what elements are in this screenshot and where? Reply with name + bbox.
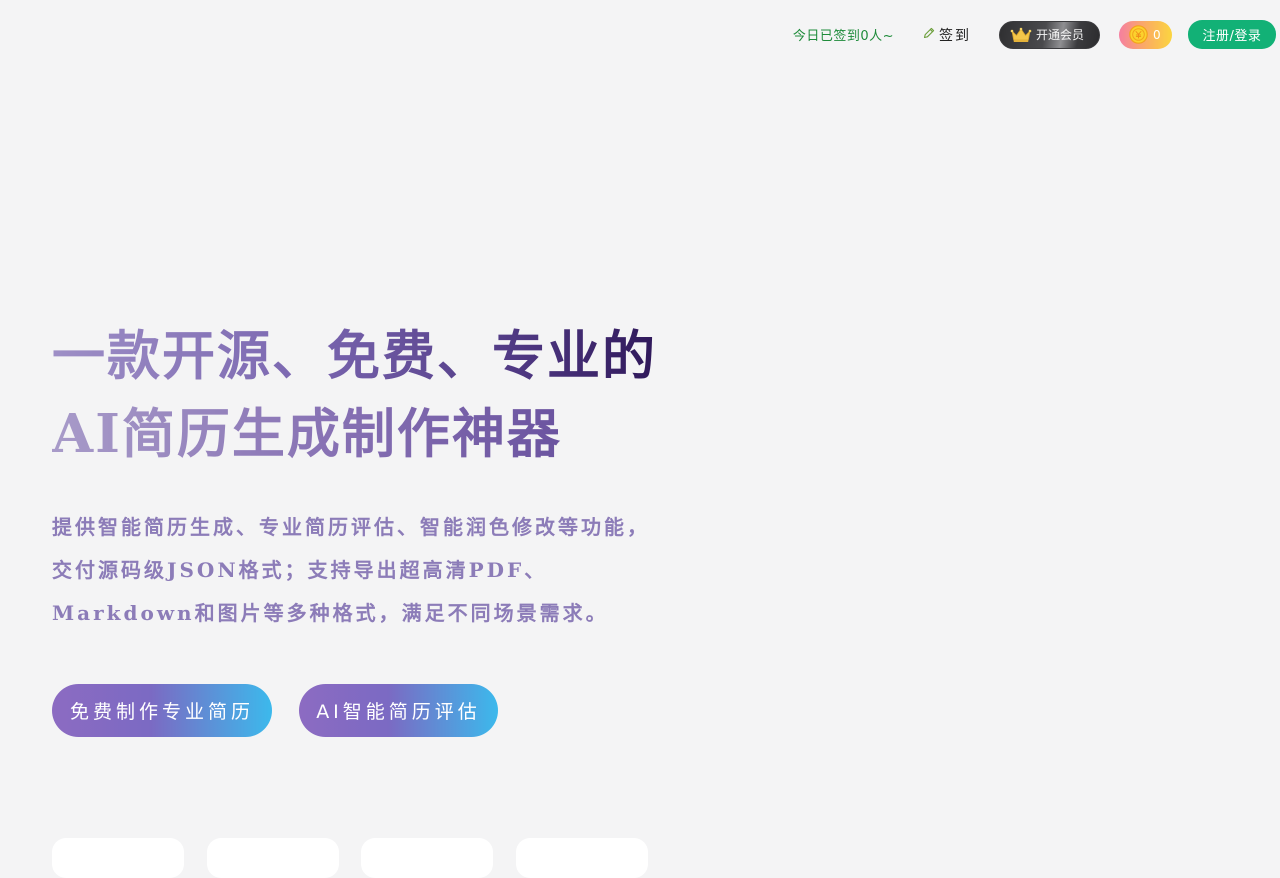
feature-card[interactable] — [516, 838, 648, 878]
feature-card[interactable] — [361, 838, 493, 878]
hero-title-line-2: AI简历生成制作神器 — [52, 395, 692, 473]
coin-balance-value: 0 — [1153, 27, 1161, 42]
feature-card[interactable] — [52, 838, 184, 878]
vip-membership-button[interactable]: 开通会员 — [999, 20, 1100, 49]
coin-balance-button[interactable]: 0 — [1119, 20, 1172, 49]
create-resume-button[interactable]: 免费制作专业简历 — [52, 684, 272, 737]
pencil-icon — [922, 26, 939, 44]
sign-in-button[interactable]: 签到 — [922, 25, 971, 45]
checkin-count-text: 今日已签到0人~ — [792, 29, 894, 44]
sign-in-label: 签到 — [939, 27, 971, 44]
vip-membership-label: 开通会员 — [1036, 28, 1085, 42]
hero-title-line-1: 一款开源、免费、专业的 — [52, 317, 692, 395]
coin-icon — [1129, 25, 1148, 44]
register-login-button[interactable]: 注册/登录 — [1188, 20, 1276, 49]
crown-icon — [1010, 27, 1032, 43]
ai-resume-evaluation-button[interactable]: AI智能简历评估 — [299, 684, 498, 737]
hero-title: 一款开源、免费、专业的 AI简历生成制作神器 — [52, 317, 692, 473]
hero-description: 提供智能简历生成、专业简历评估、智能润色修改等功能，交付源码级JSON格式；支持… — [52, 515, 650, 625]
top-bar: 今日已签到0人~ 签到 开通会员 0 注册/登录 — [793, 19, 1276, 50]
feature-card[interactable] — [207, 838, 339, 878]
